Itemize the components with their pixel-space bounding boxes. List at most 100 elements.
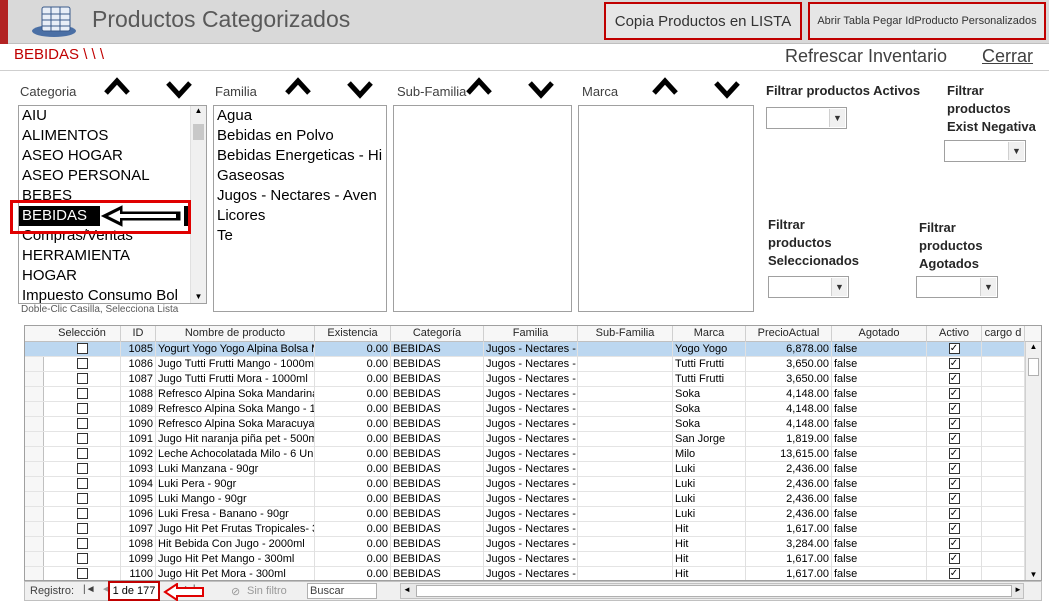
cell-marca[interactable]: Hit xyxy=(673,567,746,580)
cell-nombre[interactable]: Jugo Tutti Frutti Mango - 1000ml xyxy=(156,357,315,372)
cell-subfamilia[interactable] xyxy=(578,447,673,462)
cell-cargo[interactable] xyxy=(982,357,1025,372)
cell-nombre[interactable]: Jugo Hit Pet Mora - 300ml xyxy=(156,567,315,580)
cell-marca[interactable]: Tutti Frutti xyxy=(673,357,746,372)
cell-existencia[interactable]: 0.00 xyxy=(315,387,391,402)
activo-checkbox-cell[interactable]: ✓ xyxy=(927,417,982,432)
activo-checkbox-cell[interactable]: ✓ xyxy=(927,462,982,477)
familia-item[interactable]: Bebidas en Polvo xyxy=(214,126,386,146)
column-header[interactable]: Categoría xyxy=(391,326,484,342)
checkbox[interactable] xyxy=(76,358,88,369)
activo-checkbox-cell[interactable]: ✓ xyxy=(927,447,982,462)
column-header[interactable]: Sub-Familia xyxy=(578,326,673,342)
table-row[interactable]: 1097 Jugo Hit Pet Frutas Tropicales- 30 0.… xyxy=(25,522,1025,537)
cell-precio[interactable]: 4,148.00 xyxy=(746,417,832,432)
cell-existencia[interactable]: 0.00 xyxy=(315,402,391,417)
cell-precio[interactable]: 3,284.00 xyxy=(746,537,832,552)
cell-familia[interactable]: Jugos - Nectares - xyxy=(484,357,578,372)
cell-cargo[interactable] xyxy=(982,342,1025,357)
table-row[interactable]: 1090 Refresco Alpina Soka Maracuya 0.00 BEB… xyxy=(25,417,1025,432)
first-record-icon[interactable]: |◄ xyxy=(83,584,96,595)
cell-existencia[interactable]: 0.00 xyxy=(315,417,391,432)
activo-checkbox-cell[interactable]: ✓ xyxy=(927,507,982,522)
cell-categoria[interactable]: BEBIDAS xyxy=(391,552,484,567)
familia-listbox[interactable]: Agua Bebidas en Polvo Bebidas Energeticas … xyxy=(213,105,387,312)
chevron-down-icon[interactable] xyxy=(164,78,194,100)
checkbox[interactable]: ✓ xyxy=(948,418,960,429)
table-row[interactable]: 1100 Jugo Hit Pet Mora - 300ml 0.00 BEBIDAS… xyxy=(25,567,1025,580)
seleccion-checkbox-cell[interactable] xyxy=(44,477,121,492)
cell-id[interactable]: 1096 xyxy=(121,507,156,522)
cell-agotado[interactable]: false xyxy=(832,357,927,372)
checkbox[interactable] xyxy=(76,448,88,459)
cell-marca[interactable]: Yogo Yogo xyxy=(673,342,746,357)
chevron-down-icon[interactable] xyxy=(526,78,556,100)
cell-nombre[interactable]: Yogurt Yogo Yogo Alpina Bolsa M xyxy=(156,342,315,357)
activo-checkbox-cell[interactable]: ✓ xyxy=(927,537,982,552)
checkbox[interactable] xyxy=(76,523,88,534)
cell-cargo[interactable] xyxy=(982,537,1025,552)
table-row[interactable]: 1089 Refresco Alpina Soka Mango - 1(0.00 B… xyxy=(25,402,1025,417)
cell-existencia[interactable]: 0.00 xyxy=(315,522,391,537)
categoria-item[interactable]: ASEO PERSONAL xyxy=(19,166,206,186)
cell-categoria[interactable]: BEBIDAS xyxy=(391,492,484,507)
activo-checkbox-cell[interactable]: ✓ xyxy=(927,552,982,567)
cell-agotado[interactable]: false xyxy=(832,387,927,402)
cell-precio[interactable]: 1,617.00 xyxy=(746,552,832,567)
seleccion-checkbox-cell[interactable] xyxy=(44,402,121,417)
seleccion-checkbox-cell[interactable] xyxy=(44,507,121,522)
cell-nombre[interactable]: Refresco Alpina Soka Mandarina xyxy=(156,387,315,402)
cell-precio[interactable]: 3,650.00 xyxy=(746,357,832,372)
checkbox[interactable]: ✓ xyxy=(948,373,960,384)
activo-checkbox-cell[interactable]: ✓ xyxy=(927,342,982,357)
cell-categoria[interactable]: BEBIDAS xyxy=(391,387,484,402)
cell-subfamilia[interactable] xyxy=(578,492,673,507)
cell-nombre[interactable]: Luki Pera - 90gr xyxy=(156,477,315,492)
cell-existencia[interactable]: 0.00 xyxy=(315,447,391,462)
categoria-item[interactable]: HOGAR xyxy=(19,266,206,286)
categoria-item[interactable]: ALIMENTOS xyxy=(19,126,206,146)
cell-cargo[interactable] xyxy=(982,402,1025,417)
cell-marca[interactable]: Hit xyxy=(673,552,746,567)
cell-precio[interactable]: 4,148.00 xyxy=(746,387,832,402)
familia-item[interactable]: Gaseosas xyxy=(214,166,386,186)
cell-precio[interactable]: 2,436.00 xyxy=(746,477,832,492)
cell-subfamilia[interactable] xyxy=(578,507,673,522)
cell-familia[interactable]: Jugos - Nectares - xyxy=(484,372,578,387)
seleccion-checkbox-cell[interactable] xyxy=(44,342,121,357)
table-row[interactable]: 1093 Luki Manzana - 90gr 0.00 BEBIDAS Jugos … xyxy=(25,462,1025,477)
categoria-item[interactable]: HERRAMIENTA xyxy=(19,246,206,266)
activo-checkbox-cell[interactable]: ✓ xyxy=(927,522,982,537)
cell-id[interactable]: 1086 xyxy=(121,357,156,372)
cell-id[interactable]: 1094 xyxy=(121,477,156,492)
cell-categoria[interactable]: BEBIDAS xyxy=(391,417,484,432)
cell-nombre[interactable]: Refresco Alpina Soka Mango - 1( xyxy=(156,402,315,417)
cell-cargo[interactable] xyxy=(982,372,1025,387)
cell-categoria[interactable]: BEBIDAS xyxy=(391,432,484,447)
activo-checkbox-cell[interactable]: ✓ xyxy=(927,492,982,507)
seleccion-checkbox-cell[interactable] xyxy=(44,432,121,447)
scroll-down-icon[interactable]: ▼ xyxy=(1026,570,1041,579)
checkbox[interactable]: ✓ xyxy=(948,553,960,564)
activo-checkbox-cell[interactable]: ✓ xyxy=(927,567,982,580)
seleccion-checkbox-cell[interactable] xyxy=(44,492,121,507)
cell-existencia[interactable]: 0.00 xyxy=(315,492,391,507)
close-button[interactable]: Cerrar xyxy=(982,46,1033,67)
column-header[interactable]: Activo xyxy=(927,326,982,342)
familia-item[interactable]: Licores xyxy=(214,206,386,226)
cell-marca[interactable]: Luki xyxy=(673,462,746,477)
cell-nombre[interactable]: Leche Achocolatada Milo - 6 Unid xyxy=(156,447,315,462)
table-row[interactable]: 1088 Refresco Alpina Soka Mandarina 0.00 BE… xyxy=(25,387,1025,402)
cell-existencia[interactable]: 0.00 xyxy=(315,357,391,372)
familia-item[interactable]: Te xyxy=(214,226,386,246)
cell-precio[interactable]: 13,615.00 xyxy=(746,447,832,462)
seleccion-checkbox-cell[interactable] xyxy=(44,552,121,567)
grid-vertical-scrollbar[interactable]: ▲ ▼ xyxy=(1025,342,1041,580)
checkbox[interactable]: ✓ xyxy=(948,403,960,414)
cell-cargo[interactable] xyxy=(982,492,1025,507)
cell-subfamilia[interactable] xyxy=(578,522,673,537)
familia-item[interactable]: Bebidas Energeticas - Hi xyxy=(214,146,386,166)
table-row[interactable]: 1094 Luki Pera - 90gr 0.00 BEBIDAS Jugos - N… xyxy=(25,477,1025,492)
cell-subfamilia[interactable] xyxy=(578,417,673,432)
column-header[interactable]: PrecioActual xyxy=(746,326,832,342)
